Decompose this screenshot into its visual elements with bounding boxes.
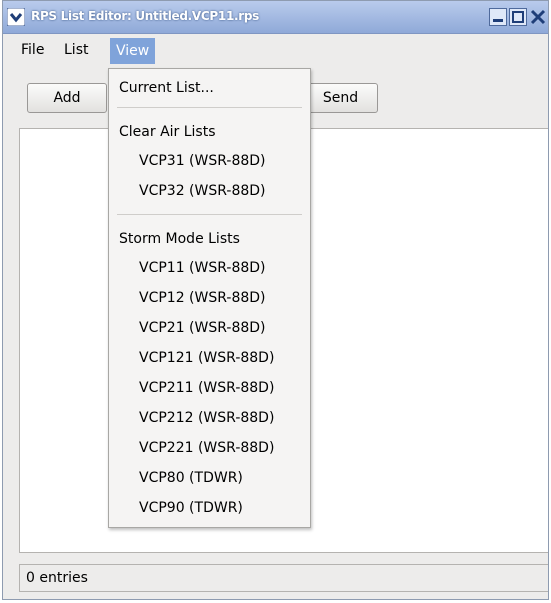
add-button[interactable]: Add <box>27 83 107 113</box>
menu-item-vcp32[interactable]: VCP32 (WSR-88D) <box>139 183 266 199</box>
menu-item-vcp31[interactable]: VCP31 (WSR-88D) <box>139 153 266 169</box>
menu-list[interactable]: List <box>58 34 94 66</box>
maximize-button[interactable] <box>509 8 527 26</box>
clear-air-header: Clear Air Lists <box>119 124 216 140</box>
menu-view[interactable]: View <box>110 38 156 64</box>
minimize-icon <box>493 19 503 22</box>
view-menu-dropdown: Current List... Clear Air Lists VCP31 (W… <box>108 68 311 528</box>
close-button[interactable] <box>529 8 547 26</box>
send-button[interactable]: Send <box>303 83 378 113</box>
minimize-button[interactable] <box>489 8 507 26</box>
menu-item-vcp221[interactable]: VCP221 (WSR-88D) <box>139 440 274 456</box>
menu-item-vcp11[interactable]: VCP11 (WSR-88D) <box>139 260 266 276</box>
window-menu-icon[interactable] <box>7 8 25 26</box>
menu-bar: File List View <box>3 34 548 66</box>
menu-item-vcp121[interactable]: VCP121 (WSR-88D) <box>139 350 274 366</box>
status-bar: 0 entries <box>19 564 548 592</box>
menu-item-vcp211[interactable]: VCP211 (WSR-88D) <box>139 380 274 396</box>
menu-item-vcp80[interactable]: VCP80 (TDWR) <box>139 470 243 486</box>
close-icon <box>530 9 546 25</box>
title-bar[interactable]: RPS List Editor: Untitled.VCP11.rps <box>3 1 548 34</box>
menu-separator <box>117 214 302 215</box>
menu-separator <box>117 107 302 108</box>
menu-item-current-list[interactable]: Current List... <box>119 80 214 96</box>
window-title: RPS List Editor: Untitled.VCP11.rps <box>31 9 260 23</box>
menu-item-vcp12[interactable]: VCP12 (WSR-88D) <box>139 290 266 306</box>
maximize-icon <box>512 11 524 23</box>
menu-file[interactable]: File <box>15 34 50 66</box>
menu-item-vcp212[interactable]: VCP212 (WSR-88D) <box>139 410 274 426</box>
menu-item-vcp90[interactable]: VCP90 (TDWR) <box>139 500 243 516</box>
storm-mode-header: Storm Mode Lists <box>119 231 240 247</box>
menu-item-vcp21[interactable]: VCP21 (WSR-88D) <box>139 320 266 336</box>
